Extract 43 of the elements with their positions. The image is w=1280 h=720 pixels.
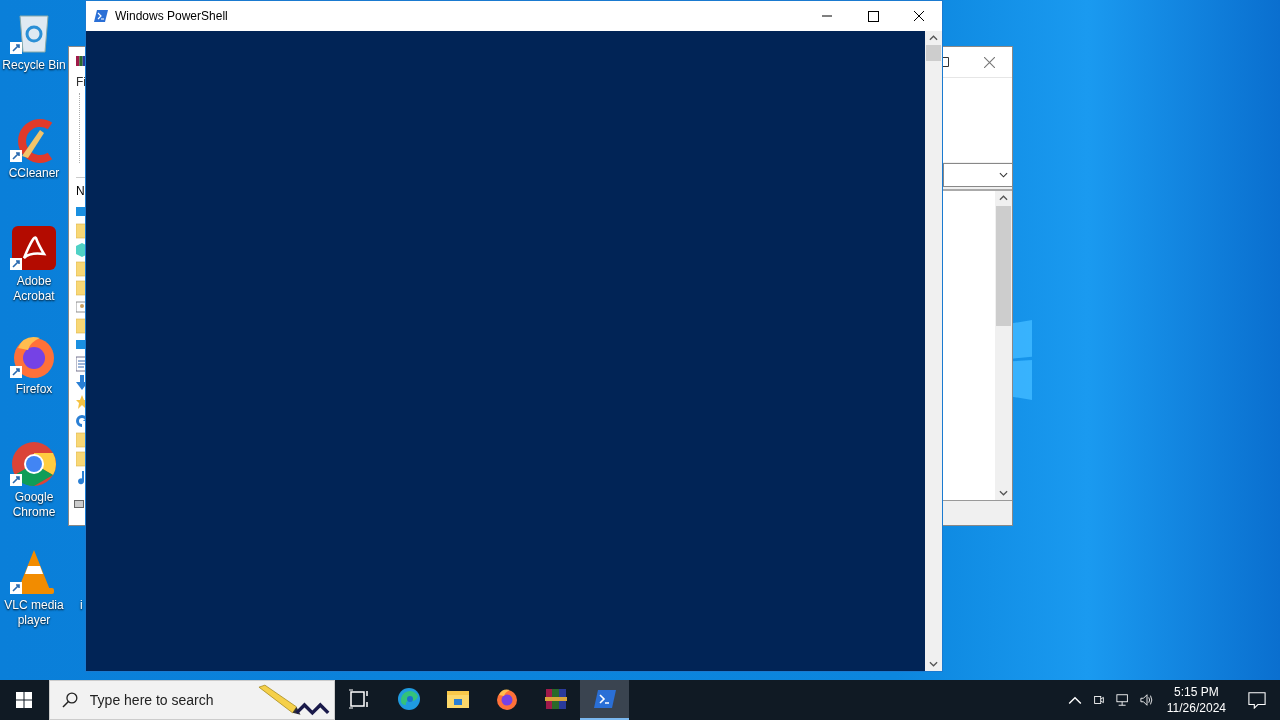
desktop-icon-label[interactable]: VLC media player xyxy=(1,598,67,628)
scroll-down-icon[interactable] xyxy=(999,490,1008,496)
scroll-thumb[interactable] xyxy=(926,45,941,61)
clock-time: 5:15 PM xyxy=(1174,684,1219,700)
maximize-icon[interactable] xyxy=(943,57,949,67)
chevron-down-icon xyxy=(999,172,1008,178)
notifications-icon[interactable] xyxy=(1248,691,1266,709)
books-icon xyxy=(76,55,86,67)
column-header[interactable]: N xyxy=(76,177,85,198)
books-icon xyxy=(543,687,568,711)
clock-date: 11/26/2024 xyxy=(1166,700,1226,716)
network-icon[interactable] xyxy=(1115,693,1130,707)
menu-item[interactable]: Fi xyxy=(76,75,86,89)
desktop-icon-label[interactable]: Adobe Acrobat xyxy=(1,274,67,304)
scrollbar[interactable] xyxy=(995,191,1012,500)
dropdown-field[interactable] xyxy=(943,163,1012,187)
download-arrow-icon xyxy=(76,375,88,391)
powershell-icon xyxy=(592,687,617,711)
window-title: Windows PowerShell xyxy=(115,9,228,23)
scrollbar[interactable] xyxy=(74,500,84,508)
desktop-icon-label[interactable]: i xyxy=(80,598,83,612)
scrollbar[interactable] xyxy=(925,31,942,671)
search-icon xyxy=(62,692,78,708)
scroll-down-icon[interactable] xyxy=(929,661,938,667)
close-icon[interactable] xyxy=(984,56,995,68)
desktop-icon-label[interactable]: Google Chrome xyxy=(1,490,67,520)
firefox-icon xyxy=(494,687,519,711)
chrome-icon[interactable] xyxy=(10,440,58,488)
windows-start-icon[interactable] xyxy=(16,692,32,708)
desktop-icon-label[interactable]: CCleaner xyxy=(8,166,60,181)
edge-icon xyxy=(396,687,421,711)
search-bar[interactable]: Type here to search xyxy=(49,680,335,720)
camera-icon[interactable] xyxy=(1091,693,1106,707)
volume-icon[interactable] xyxy=(1139,693,1154,707)
search-field[interactable]: Type here to search xyxy=(87,691,257,709)
powershell-icon xyxy=(94,10,108,22)
scroll-up-icon[interactable] xyxy=(999,195,1008,201)
link-arrow-icon xyxy=(76,413,88,429)
pdf-icon[interactable] xyxy=(10,224,58,272)
clock[interactable]: 5:15 PM 11/26/2024 xyxy=(1166,684,1226,716)
desktop-icon-label[interactable]: Recycle Bin xyxy=(2,58,66,73)
desktop-icon-label[interactable]: Firefox xyxy=(15,382,53,397)
scroll-up-icon[interactable] xyxy=(929,35,938,41)
